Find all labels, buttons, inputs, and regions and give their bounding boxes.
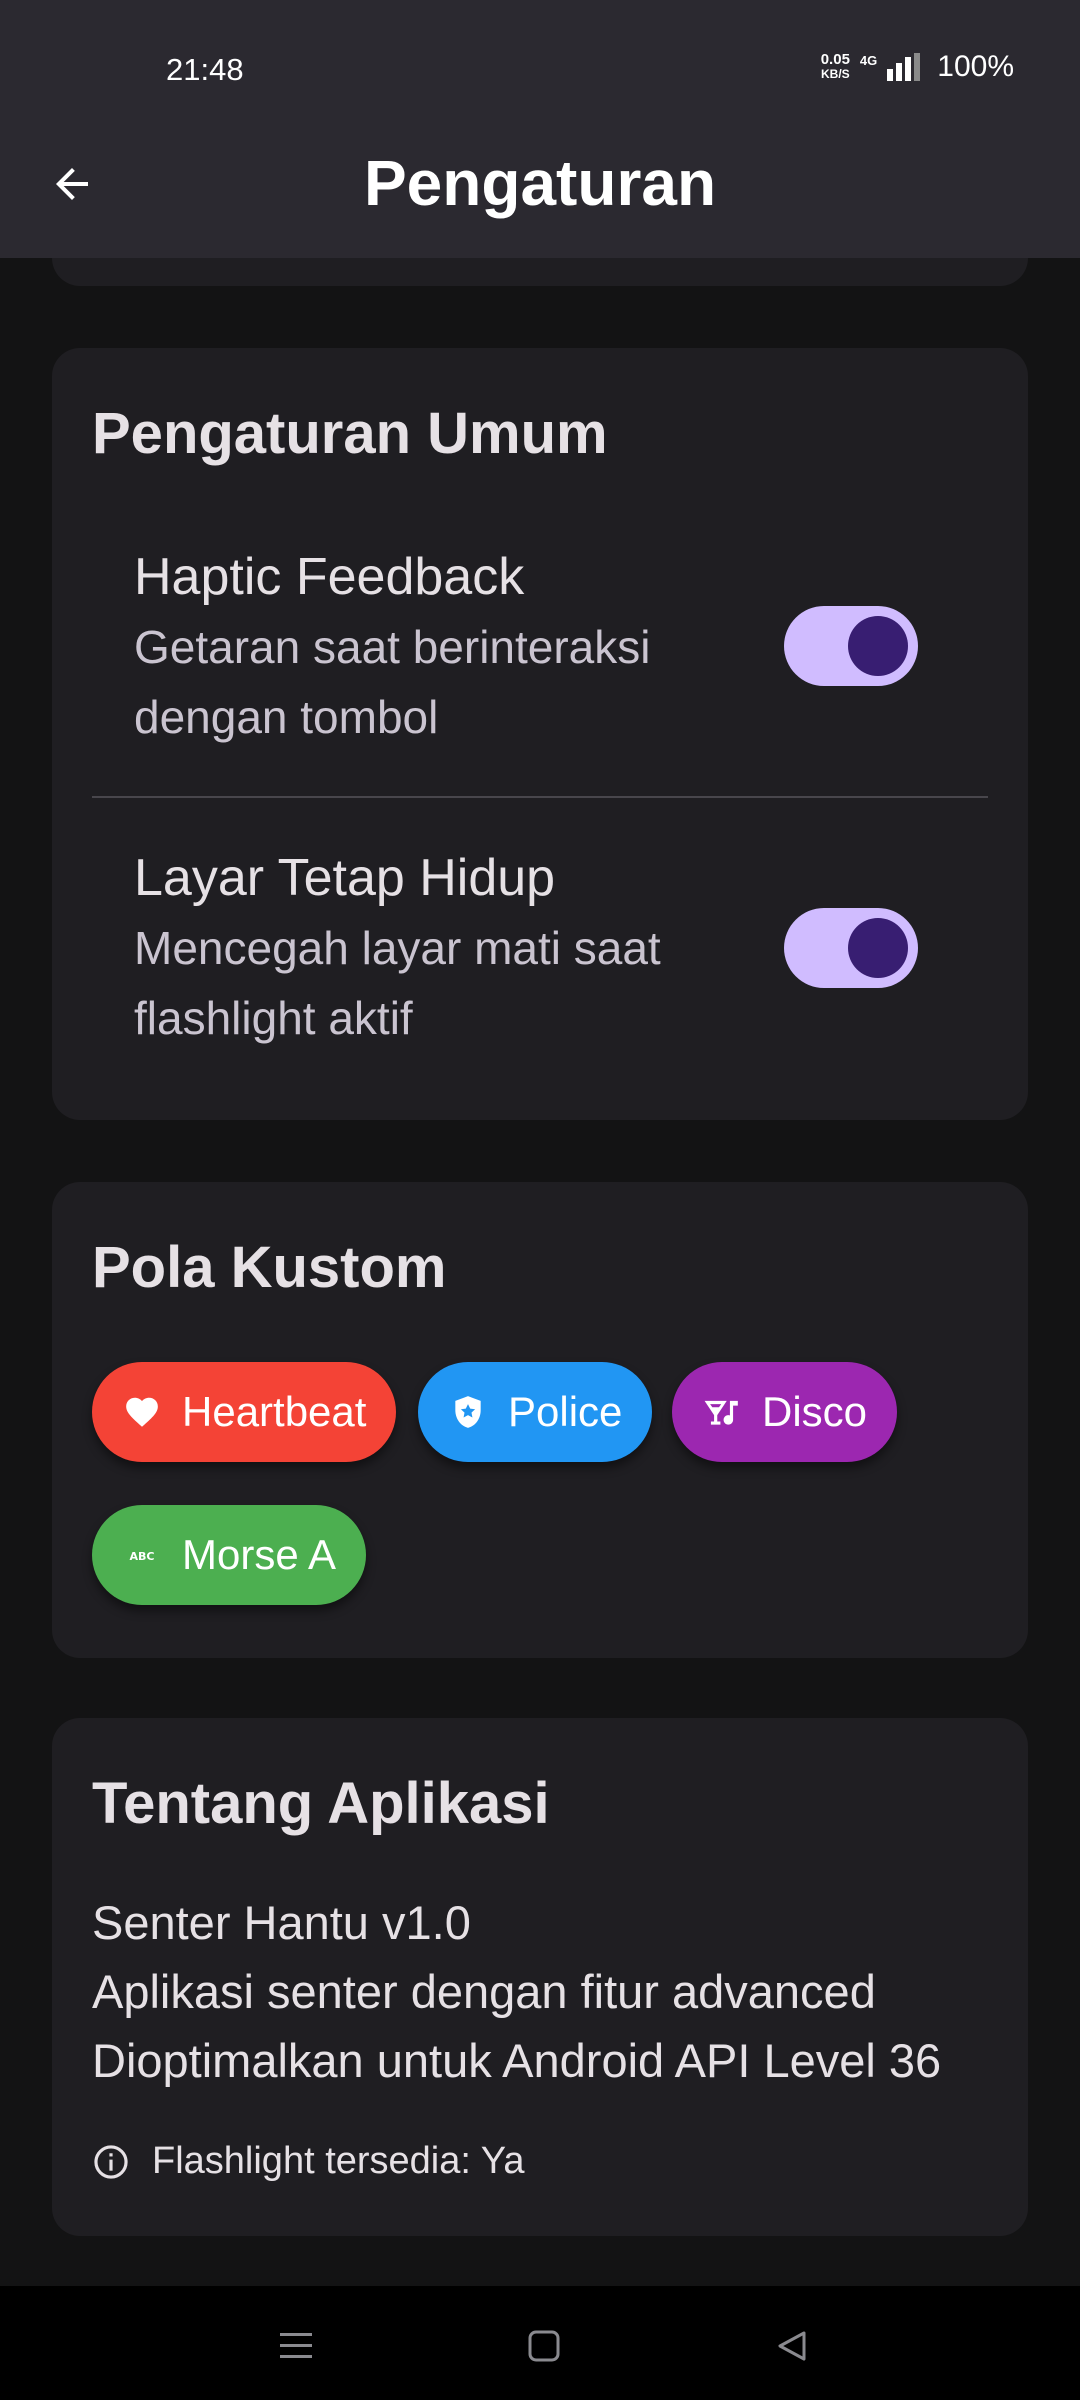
about-line-description: Aplikasi senter dengan fitur advanced [92, 1965, 876, 2018]
heartbeat-chip[interactable]: Heartbeat [92, 1362, 397, 1462]
police-label: Police [508, 1388, 623, 1435]
top-app-bar: 21:48 0.05 KB/S 4G 100% Pengaturan [0, 0, 1080, 258]
home-icon [528, 2330, 560, 2362]
system-navigation-bar [0, 2286, 1080, 2400]
status-time: 21:48 [166, 52, 244, 87]
flashlight-availability: Flashlight tersedia: Ya [92, 2140, 524, 2183]
general-settings-card: Pengaturan Umum Haptic Feedback Getaran … [52, 348, 1028, 1120]
keep-screen-on-subtitle-line2: flashlight aktif [134, 992, 413, 1044]
heart-icon [122, 1392, 162, 1432]
nightlife-icon [702, 1392, 742, 1432]
about-card: Tentang Aplikasi Senter Hantu v1.0 Aplik… [52, 1718, 1028, 2236]
recents-button[interactable] [266, 2316, 326, 2376]
signal-icon [887, 53, 921, 81]
police-chip[interactable]: Police [418, 1362, 653, 1462]
haptic-feedback-title: Haptic Feedback [134, 548, 525, 606]
network-speed-value: 0.05 [820, 51, 850, 68]
haptic-feedback-subtitle-line2: dengan tombol [134, 691, 439, 743]
keep-screen-on-setting[interactable]: Layar Tetap Hidup Mencegah layar mati sa… [134, 843, 794, 1053]
haptic-feedback-subtitle-line1: Getaran saat berinteraksi [134, 621, 651, 673]
battery-level: 100% [937, 50, 1014, 83]
disco-chip[interactable]: Disco [672, 1362, 898, 1462]
haptic-feedback-toggle[interactable] [784, 606, 918, 686]
morse-a-chip[interactable]: ABC Morse A [92, 1505, 367, 1605]
about-description: Senter Hantu v1.0 Aplikasi senter dengan… [92, 1888, 941, 2095]
morse-a-label: Morse A [182, 1531, 337, 1578]
general-settings-title: Pengaturan Umum [92, 401, 608, 466]
page-title: Pengaturan [363, 147, 717, 219]
police-badge-icon [448, 1392, 488, 1432]
back-triangle-icon [778, 2331, 806, 2361]
info-icon [94, 2144, 128, 2179]
keep-screen-on-toggle[interactable] [784, 908, 918, 988]
network-speed-unit: KB/S [820, 67, 850, 81]
about-title: Tentang Aplikasi [92, 1771, 550, 1836]
divider [92, 796, 988, 798]
network-type: 4G [859, 52, 878, 68]
heartbeat-label: Heartbeat [182, 1388, 367, 1435]
toggle-knob [848, 918, 908, 978]
haptic-feedback-setting[interactable]: Haptic Feedback Getaran saat berinteraks… [134, 542, 794, 752]
toggle-knob [848, 616, 908, 676]
menu-icon [280, 2333, 312, 2358]
disco-label: Disco [762, 1388, 868, 1435]
network-speed: 0.05 KB/S [821, 52, 850, 82]
abc-icon: ABC [122, 1535, 162, 1575]
about-line-version: Senter Hantu v1.0 [92, 1896, 471, 1949]
svg-text:ABC: ABC [130, 1550, 155, 1563]
custom-patterns-card: Pola Kustom Heartbeat Police Disco ABC M… [52, 1182, 1028, 1658]
back-nav-button[interactable] [762, 2316, 822, 2376]
custom-patterns-title: Pola Kustom [92, 1235, 447, 1300]
flashlight-availability-text: Flashlight tersedia: Ya [152, 2140, 525, 2182]
about-line-optimized: Dioptimalkan untuk Android API Level 36 [92, 2034, 942, 2087]
keep-screen-on-title: Layar Tetap Hidup [134, 849, 556, 907]
status-icons: 0.05 KB/S 4G 100% [821, 50, 1014, 84]
home-button[interactable] [514, 2316, 574, 2376]
keep-screen-on-subtitle-line1: Mencegah layar mati saat [134, 922, 661, 974]
